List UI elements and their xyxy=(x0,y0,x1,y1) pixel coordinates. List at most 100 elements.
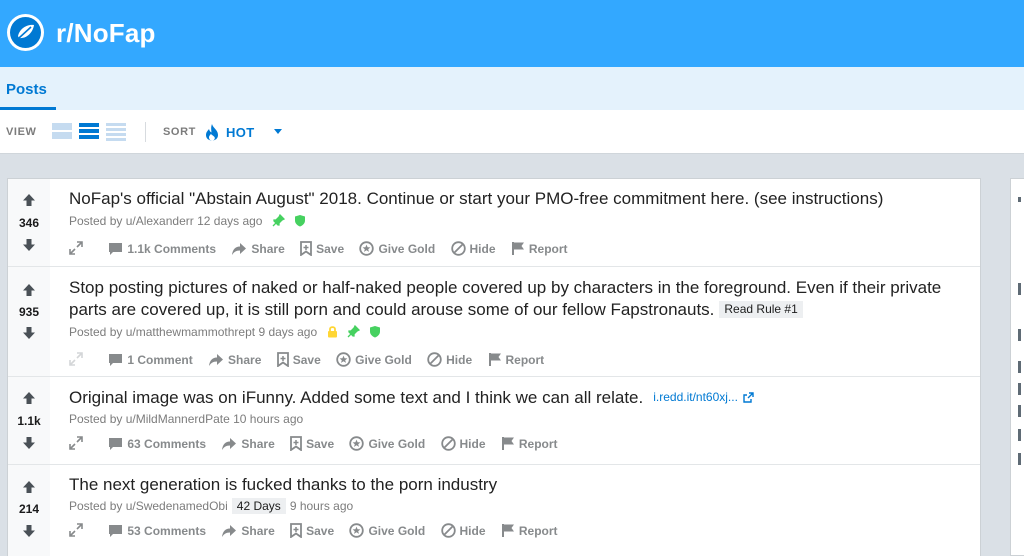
give-gold-button[interactable]: Give Gold xyxy=(359,241,435,256)
post-title-text[interactable]: Stop posting pictures of naked or half-n… xyxy=(69,278,941,319)
downvote-arrow-icon[interactable] xyxy=(22,524,36,538)
lock-icon xyxy=(327,326,337,338)
expand-icon[interactable] xyxy=(69,241,83,255)
report-label: Report xyxy=(518,524,558,539)
hide-button[interactable]: Hide xyxy=(440,436,486,452)
post-time: 10 hours ago xyxy=(233,412,304,426)
external-link-icon[interactable] xyxy=(743,392,754,403)
chevron-down-icon[interactable] xyxy=(274,129,282,134)
share-arrow-icon xyxy=(222,437,237,450)
subreddit-title[interactable]: r/NoFap xyxy=(56,18,156,49)
save-label: Save xyxy=(306,524,335,539)
post-title-text[interactable]: Original image was on iFunny. Added some… xyxy=(69,388,643,407)
post-score: 1.1k xyxy=(17,414,41,428)
hide-button[interactable]: Hide xyxy=(440,523,486,538)
upvote-arrow-icon[interactable] xyxy=(22,283,36,297)
post-score: 346 xyxy=(18,216,40,230)
report-button[interactable]: Report xyxy=(501,436,558,451)
comments-button[interactable]: 53 Comments xyxy=(108,524,206,538)
hide-icon xyxy=(440,436,456,452)
post-author[interactable]: u/SwedenamedObi xyxy=(126,499,228,513)
post-flair[interactable]: Read Rule #1 xyxy=(719,301,803,318)
upvote-arrow-icon[interactable] xyxy=(22,193,36,207)
save-button[interactable]: Save xyxy=(300,241,345,258)
post-title[interactable]: NoFap's official "Abstain August" 2018. … xyxy=(69,188,964,210)
share-label: Share xyxy=(228,352,262,367)
clipped-sidebar-text xyxy=(1018,383,1021,395)
pin-icon xyxy=(272,214,285,227)
pin-icon xyxy=(347,325,360,338)
comments-count: 53 Comments xyxy=(127,523,207,538)
save-label: Save xyxy=(316,242,345,257)
post-title[interactable]: Original image was on iFunny. Added some… xyxy=(69,386,964,409)
comments-button[interactable]: 63 Comments xyxy=(108,437,206,451)
report-button[interactable]: Report xyxy=(511,241,568,256)
give-gold-label: Give Gold xyxy=(355,353,412,368)
post-time: 9 days ago xyxy=(258,325,318,339)
give-gold-label: Give Gold xyxy=(378,242,436,257)
share-arrow-icon xyxy=(232,242,247,255)
post-card[interactable]: 1.1k Original image was on iFunny. Added… xyxy=(8,377,980,465)
share-button[interactable]: Share xyxy=(208,353,261,367)
post-card[interactable]: 346 NoFap's official "Abstain August" 20… xyxy=(8,179,980,267)
give-gold-button[interactable]: Give Gold xyxy=(349,436,425,451)
post-domain-link[interactable]: i.redd.it/nt60xj... xyxy=(653,390,738,404)
card-view-icon[interactable] xyxy=(52,123,72,140)
post-card[interactable]: 214 The next generation is fucked thanks… xyxy=(8,465,980,556)
give-gold-button[interactable]: Give Gold xyxy=(336,352,412,367)
save-button[interactable]: Save xyxy=(290,436,334,453)
reddit-subreddit-logo-icon[interactable] xyxy=(7,14,44,51)
bookmark-icon xyxy=(290,436,302,453)
hide-button[interactable]: Hide xyxy=(427,352,472,367)
expand-icon[interactable] xyxy=(69,352,83,366)
subreddit-tab-bar: Posts xyxy=(0,67,1024,110)
comments-count: 1 Comment xyxy=(127,352,193,367)
share-button[interactable]: Share xyxy=(231,242,285,256)
posted-by-label: Posted by xyxy=(69,325,126,339)
upvote-arrow-icon[interactable] xyxy=(22,480,36,494)
comments-count: 63 Comments xyxy=(127,436,207,451)
give-gold-button[interactable]: Give Gold xyxy=(349,523,425,538)
gold-star-icon xyxy=(349,436,365,452)
classic-view-icon[interactable] xyxy=(79,123,99,140)
comments-button[interactable]: 1 Comment xyxy=(108,352,193,367)
expand-icon[interactable] xyxy=(69,436,83,450)
downvote-arrow-icon[interactable] xyxy=(22,326,36,340)
expand-icon[interactable] xyxy=(69,523,83,537)
clipped-sidebar-text xyxy=(1018,329,1021,341)
post-title-text[interactable]: The next generation is fucked thanks to … xyxy=(69,475,497,494)
clipped-sidebar-text xyxy=(1018,283,1021,295)
share-arrow-icon xyxy=(222,524,237,537)
upvote-arrow-icon[interactable] xyxy=(22,391,36,405)
share-button[interactable]: Share xyxy=(221,524,275,538)
sidebar-panel xyxy=(1010,178,1024,556)
posted-by-label: Posted by xyxy=(69,499,126,513)
view-label: VIEW xyxy=(6,126,37,138)
hide-label: Hide xyxy=(446,353,473,368)
post-author[interactable]: u/matthewmammothrept xyxy=(126,325,255,339)
post-title-text[interactable]: NoFap's official "Abstain August" 2018. … xyxy=(69,189,883,208)
compact-view-icon[interactable] xyxy=(106,123,126,141)
post-author[interactable]: u/MildMannerdPate xyxy=(126,412,230,426)
save-button[interactable]: Save xyxy=(290,523,335,540)
downvote-arrow-icon[interactable] xyxy=(22,436,36,450)
report-label: Report xyxy=(505,353,545,368)
sort-label: SORT xyxy=(163,126,196,138)
report-button[interactable]: Report xyxy=(488,352,545,368)
tab-posts[interactable]: Posts xyxy=(6,81,47,98)
share-button[interactable]: Share xyxy=(221,437,275,451)
post-title[interactable]: The next generation is fucked thanks to … xyxy=(69,474,964,496)
post-author[interactable]: u/Alexanderr xyxy=(126,214,194,228)
report-button[interactable]: Report xyxy=(501,523,558,538)
downvote-arrow-icon[interactable] xyxy=(22,238,36,252)
post-score: 935 xyxy=(18,305,40,319)
comment-icon xyxy=(109,353,123,366)
mod-shield-icon xyxy=(370,326,381,338)
comments-button[interactable]: 1.1k Comments xyxy=(108,242,216,256)
give-gold-label: Give Gold xyxy=(368,437,426,452)
save-button[interactable]: Save xyxy=(276,352,321,369)
post-card[interactable]: 935 Stop posting pictures of naked or ha… xyxy=(8,267,980,377)
bookmark-icon xyxy=(290,523,302,540)
post-title[interactable]: Stop posting pictures of naked or half-n… xyxy=(69,277,964,321)
hide-button[interactable]: Hide xyxy=(450,241,496,256)
